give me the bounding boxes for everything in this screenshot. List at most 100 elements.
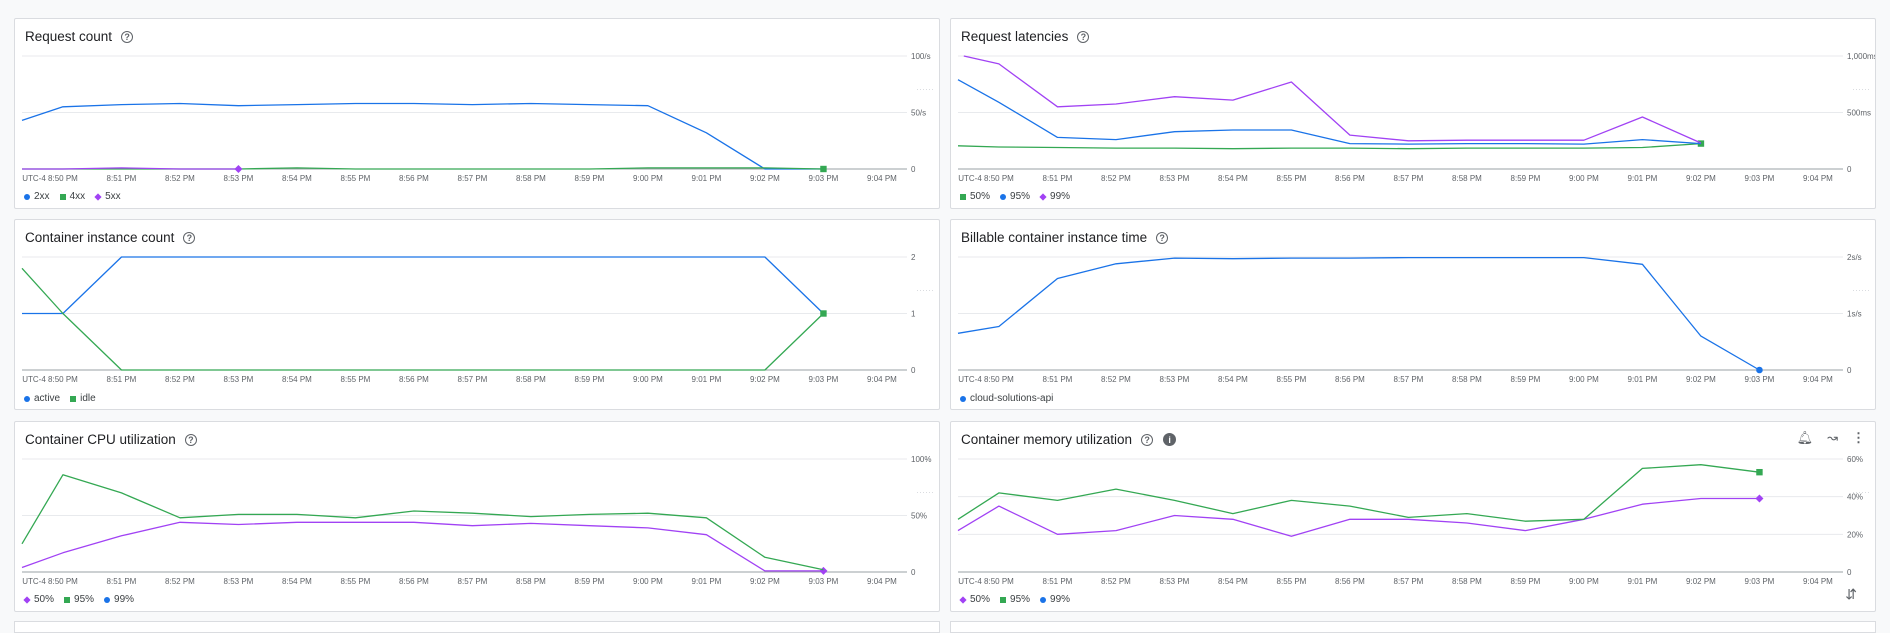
- x-tick-label: 8:58 PM: [1452, 375, 1482, 384]
- legend: 50% 95% 99%: [23, 594, 134, 605]
- x-tick-label: 8:55 PM: [341, 375, 371, 384]
- legend-label: 2xx: [34, 191, 50, 202]
- y-tick-label: 50%: [911, 512, 927, 521]
- square-marker-icon: [64, 596, 71, 603]
- legend-item[interactable]: 99%: [104, 594, 134, 605]
- x-tick-label: 9:00 PM: [1569, 577, 1599, 586]
- request-latencies-card: Request latencies ? 0 500ms 1,000ms UTC-4 8:…: [950, 18, 1876, 209]
- billable-instance-time-chart: 0 1s/s 2s/s UTC-4 8:50 PM 8:51 PM 8:52 PM 8:53 …: [957, 253, 1871, 384]
- series-end-marker: [1756, 366, 1763, 374]
- legend-item[interactable]: 95%: [1000, 594, 1030, 605]
- x-tick-label: 8:54 PM: [1218, 375, 1248, 384]
- x-tick-label: 8:59 PM: [1511, 174, 1541, 183]
- y-tick-label: 20%: [1847, 530, 1863, 539]
- x-tick-label: 8:59 PM: [575, 577, 605, 586]
- circle-marker-icon: [104, 596, 111, 603]
- legend-item[interactable]: 4xx: [59, 191, 85, 202]
- legend: 50% 95% 99%: [960, 191, 1070, 202]
- x-tick-label: 8:53 PM: [224, 174, 254, 183]
- x-tick-label: 9:01 PM: [1628, 577, 1658, 586]
- legend-item[interactable]: 50%: [959, 594, 990, 605]
- x-tick-label: 8:50 PM: [48, 174, 78, 183]
- legend-label: 95%: [1010, 191, 1031, 202]
- legend-label: active: [34, 393, 61, 404]
- x-tick-label: 8:50 PM: [984, 577, 1014, 586]
- legend-item[interactable]: 99%: [1039, 191, 1070, 202]
- circle-marker-icon: [960, 395, 966, 402]
- x-tick-label: 8:56 PM: [1335, 174, 1365, 183]
- x-tick-label: 8:50 PM: [984, 174, 1014, 183]
- legend-item[interactable]: 99%: [1040, 594, 1070, 605]
- x-tick-label: 8:59 PM: [575, 174, 605, 183]
- x-tick-label: 9:04 PM: [867, 577, 897, 586]
- legend-item[interactable]: 95%: [1000, 191, 1030, 202]
- x-tick-label: 8:57 PM: [458, 375, 488, 384]
- y-tick-label: 0: [911, 568, 916, 577]
- memory-utilization-chart: 0 20% 40% 60% UTC-4 8:50 PM 8:51 PM 8:52 PM 8:53…: [957, 455, 1871, 586]
- x-tick-label: 8:53 PM: [224, 375, 254, 384]
- x-tick-label: 8:57 PM: [1394, 375, 1424, 384]
- y-tick-label: 0: [1847, 366, 1852, 375]
- x-tick-label: 8:53 PM: [1160, 375, 1190, 384]
- series-end-marker: [820, 165, 827, 173]
- x-tick-label: 9:01 PM: [1628, 375, 1658, 384]
- x-tick-label: 8:59 PM: [1511, 375, 1541, 384]
- y-tick-label: 100/s: [911, 52, 931, 61]
- x-tick-label: 9:01 PM: [692, 375, 722, 384]
- container-instance-count-card: Container instance count ? 0 1 2 UTC-4 8:50 …: [14, 219, 940, 410]
- x-tick-label: 8:59 PM: [575, 375, 605, 384]
- x-tick-label: 8:54 PM: [282, 375, 312, 384]
- x-tick-label: UTC-4: [958, 375, 982, 384]
- circle-marker-icon: [24, 193, 30, 200]
- x-tick-label: 8:56 PM: [399, 375, 429, 384]
- y-tick-label: 0: [1847, 568, 1852, 577]
- expand-collapse-icon[interactable]: ⇵: [1845, 586, 1857, 603]
- x-tick-label: UTC-4: [22, 577, 46, 586]
- legend-label: 99%: [1050, 594, 1071, 605]
- legend-item[interactable]: 2xx: [24, 191, 50, 202]
- legend-label: idle: [80, 393, 96, 404]
- container-instance-count-chart: 0 1 2 UTC-4 8:50 PM 8:51 PM 8:52 PM 8:53 PM 8:54…: [21, 253, 935, 384]
- x-tick-label: 9:02 PM: [1686, 577, 1716, 586]
- y-tick-label: 60%: [1847, 455, 1863, 464]
- legend-item[interactable]: cloud-solutions-api: [960, 393, 1053, 404]
- y-tick-label: 40%: [1847, 493, 1863, 502]
- x-tick-label: 9:03 PM: [1745, 375, 1775, 384]
- x-tick-label: 8:55 PM: [1277, 577, 1307, 586]
- x-tick-label: UTC-4: [22, 375, 46, 384]
- x-tick-label: 9:04 PM: [1803, 375, 1833, 384]
- x-tick-label: 8:54 PM: [1218, 577, 1248, 586]
- x-tick-label: 8:59 PM: [1511, 577, 1541, 586]
- x-tick-label: 9:02 PM: [1686, 174, 1716, 183]
- legend-item[interactable]: 5xx: [94, 191, 121, 202]
- circle-marker-icon: [24, 395, 30, 402]
- series-end-marker: [819, 566, 828, 575]
- x-tick-label: 9:04 PM: [1803, 174, 1833, 183]
- x-tick-label: 8:53 PM: [224, 577, 254, 586]
- x-tick-label: 9:01 PM: [692, 577, 722, 586]
- memory-utilization-card: Container memory utilization ? i 🔔︎ ↝ ⋮ …: [950, 421, 1876, 612]
- legend-label: 5xx: [105, 191, 121, 202]
- x-tick-label: 9:02 PM: [750, 174, 780, 183]
- y-tick-label: 0: [1847, 165, 1852, 174]
- y-tick-label: 2s/s: [1847, 253, 1862, 262]
- request-latencies-chart: 0 500ms 1,000ms UTC-4 8:50 PM 8:51 PM 8:52 PM 8…: [957, 52, 1875, 183]
- legend-label: 99%: [114, 594, 135, 605]
- y-tick-label: 1: [911, 310, 916, 319]
- x-tick-label: 8:51 PM: [107, 375, 137, 384]
- x-tick-label: 8:53 PM: [1160, 174, 1190, 183]
- diamond-marker-icon: [23, 595, 31, 604]
- cpu-utilization-chart: 0 50% 100% UTC-4 8:50 PM 8:51 PM 8:52 PM 8:53 P…: [21, 455, 935, 586]
- legend-item[interactable]: active: [24, 393, 60, 404]
- legend-item[interactable]: 95%: [64, 594, 94, 605]
- legend-label: cloud-solutions-api: [970, 393, 1054, 404]
- x-tick-label: UTC-4: [958, 577, 982, 586]
- legend-item[interactable]: 50%: [960, 191, 990, 202]
- circle-marker-icon: [1040, 596, 1047, 603]
- legend-item[interactable]: 50%: [23, 594, 54, 605]
- y-tick-label: 2: [911, 253, 916, 262]
- square-marker-icon: [1000, 596, 1007, 603]
- square-marker-icon: [960, 193, 966, 200]
- x-tick-label: 9:03 PM: [1745, 174, 1775, 183]
- legend-item[interactable]: idle: [70, 393, 96, 404]
